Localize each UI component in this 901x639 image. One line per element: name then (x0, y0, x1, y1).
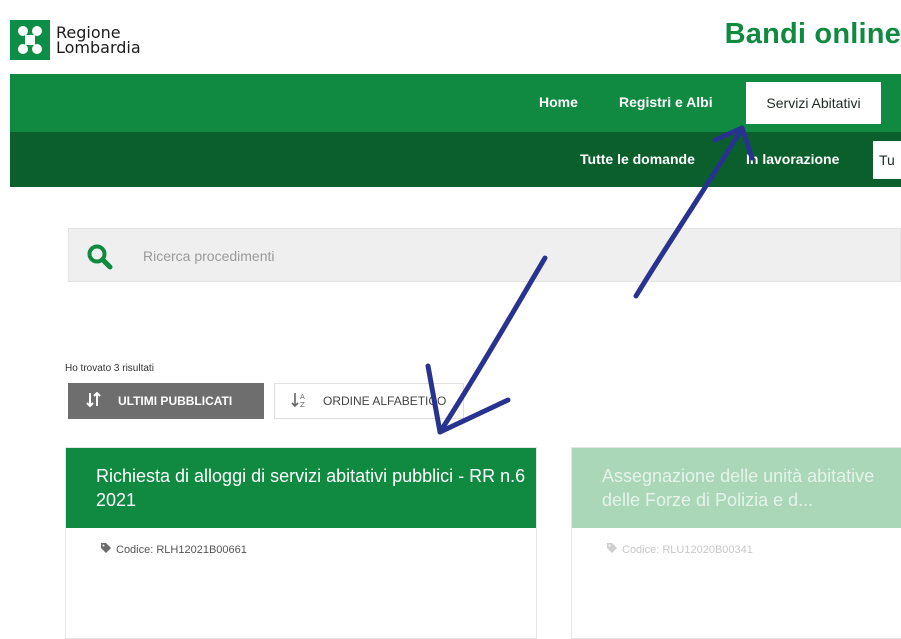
logo-text: Regione Lombardia (56, 25, 141, 57)
nav-item-registri-albi[interactable]: Registri e Albi (619, 94, 713, 110)
secondary-nav: Tutte le domande In lavorazione Tu (10, 132, 901, 187)
card-code-label: Codice: (116, 543, 154, 556)
sort-latest-button[interactable]: ULTIMI PUBBLICATI (68, 383, 264, 419)
regione-lombardia-logo[interactable]: Regione Lombardia (10, 20, 141, 60)
logo-line-2: Lombardia (56, 38, 141, 57)
search-bar (68, 228, 901, 282)
app-title: Bandi online (724, 18, 901, 50)
sort-alpha-button[interactable]: A Z ORDINE ALFABETICO (274, 383, 464, 419)
tag-icon (100, 542, 112, 557)
tag-icon (606, 542, 618, 557)
nav-item-home[interactable]: Home (539, 94, 578, 110)
card-code-value: RLH12021B00661 (156, 543, 247, 556)
svg-text:A: A (300, 393, 305, 401)
card-code: Codice: RLU12020B00341 (572, 528, 901, 557)
sort-desc-icon (86, 391, 104, 411)
card-code: Codice: RLH12021B00661 (66, 528, 536, 557)
svg-text:Z: Z (300, 401, 305, 408)
card-title[interactable]: Assegnazione delle unità abitative delle… (572, 448, 901, 528)
results-count: Ho trovato 3 risultati (65, 363, 154, 374)
card-code-label: Codice: (622, 543, 660, 556)
card-code-value: RLU12020B00341 (662, 543, 753, 556)
search-icon[interactable] (87, 244, 113, 275)
procedure-card[interactable]: Assegnazione delle unità abitative delle… (571, 447, 901, 639)
logo-icon (10, 20, 50, 60)
primary-nav: Home Registri e Albi Servizi Abitativi (10, 74, 901, 132)
sort-alpha-label: ORDINE ALFABETICO (323, 394, 447, 408)
page: Regione Lombardia Bandi online Home Regi… (0, 0, 901, 639)
nav-item-servizi-abitativi[interactable]: Servizi Abitativi (746, 82, 881, 124)
tab-tutte-le-domande[interactable]: Tutte le domande (580, 151, 695, 167)
search-input[interactable] (143, 246, 743, 266)
sort-latest-label: ULTIMI PUBBLICATI (118, 394, 233, 408)
sort-alpha-icon: A Z (291, 392, 309, 411)
tab-in-lavorazione[interactable]: In lavorazione (746, 151, 839, 167)
tab-tu[interactable]: Tu (873, 141, 901, 179)
header: Regione Lombardia Bandi online (0, 0, 901, 74)
procedure-card[interactable]: Richiesta di alloggi di servizi abitativ… (65, 447, 537, 639)
card-title[interactable]: Richiesta di alloggi di servizi abitativ… (66, 448, 536, 528)
